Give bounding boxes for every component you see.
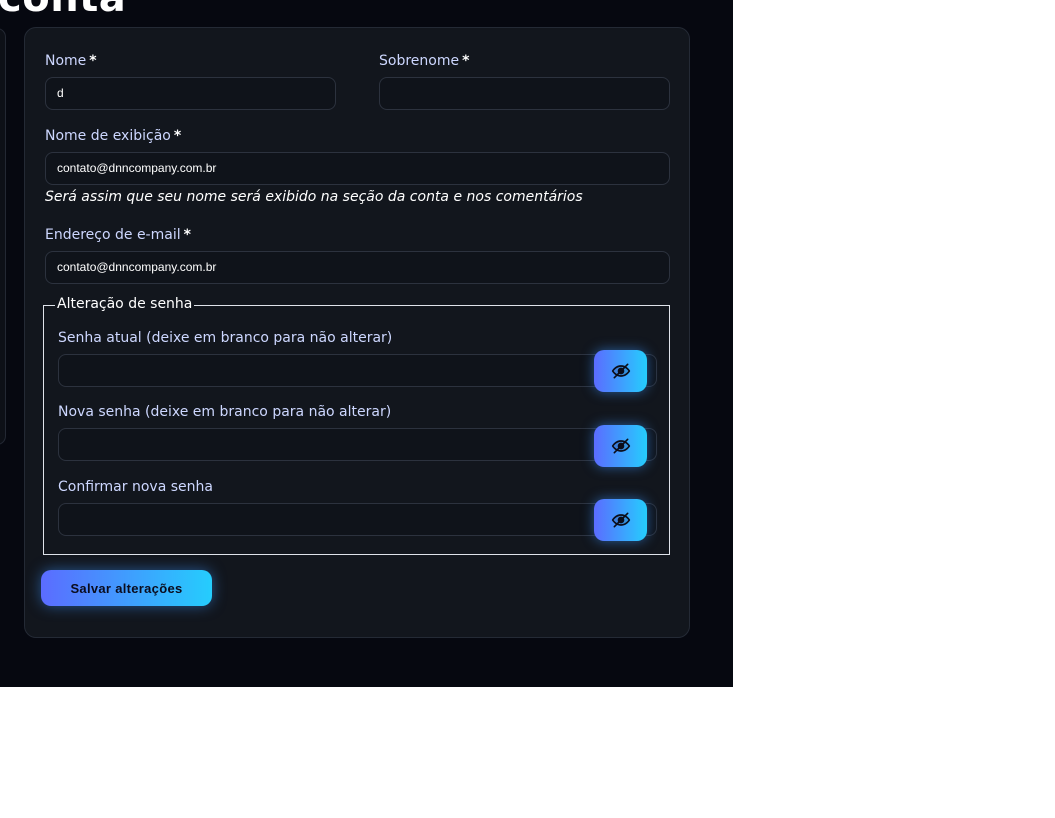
display-name-help-text: Será assim que seu nome será exibido na … — [45, 189, 583, 205]
required-mark: * — [89, 53, 97, 69]
first-name-value: d — [57, 86, 64, 100]
email-label-text: Endereço de e-mail — [45, 227, 181, 243]
required-mark: * — [183, 227, 191, 243]
toggle-current-password-button[interactable] — [594, 350, 647, 392]
last-name-label-text: Sobrenome — [379, 53, 460, 69]
last-name-input[interactable] — [379, 77, 670, 110]
toggle-new-password-button[interactable] — [594, 425, 647, 467]
email-label: Endereço de e-mail * — [45, 227, 191, 243]
email-value: contato@dnncompany.com.br — [57, 260, 217, 274]
display-name-value: contato@dnncompany.com.br — [57, 161, 217, 175]
password-change-legend: Alteração de senha — [55, 296, 195, 312]
required-mark: * — [462, 53, 470, 69]
new-password-label: Nova senha (deixe em branco para não alt… — [58, 404, 392, 420]
first-name-label: Nome * — [45, 53, 97, 69]
confirm-password-label: Confirmar nova senha — [58, 479, 213, 495]
display-name-label-text: Nome de exibição — [45, 128, 171, 144]
page-title: conta — [0, 0, 126, 18]
current-password-input[interactable] — [58, 354, 657, 387]
toggle-confirm-password-button[interactable] — [594, 499, 647, 541]
required-mark: * — [173, 128, 182, 144]
email-input[interactable]: contato@dnncompany.com.br — [45, 251, 670, 284]
password-change-fieldset: Alteração de senha Senha atual (deixe em… — [43, 296, 670, 555]
account-form-card: Nome * d Sobrenome * Nome de exibição * con… — [24, 27, 690, 638]
eye-slash-icon — [611, 438, 630, 454]
display-name-input[interactable]: contato@dnncompany.com.br — [45, 152, 670, 185]
save-changes-button[interactable]: Salvar alterações — [41, 570, 212, 606]
first-name-input[interactable]: d — [45, 77, 336, 110]
last-name-label: Sobrenome * — [379, 53, 469, 69]
first-name-label-text: Nome — [45, 53, 87, 69]
sidebar-card-edge — [0, 28, 6, 445]
page-background: conta Nome* d Sobrenome* Nome de exibiçã… — [0, 0, 733, 687]
current-password-label: Senha atual (deixe em branco para não al… — [58, 330, 393, 346]
display-name-label: Nome de exibição * — [45, 128, 181, 144]
eye-slash-icon — [611, 363, 630, 379]
confirm-password-input[interactable] — [58, 503, 657, 536]
eye-slash-icon — [611, 512, 630, 528]
new-password-input[interactable] — [58, 428, 657, 461]
